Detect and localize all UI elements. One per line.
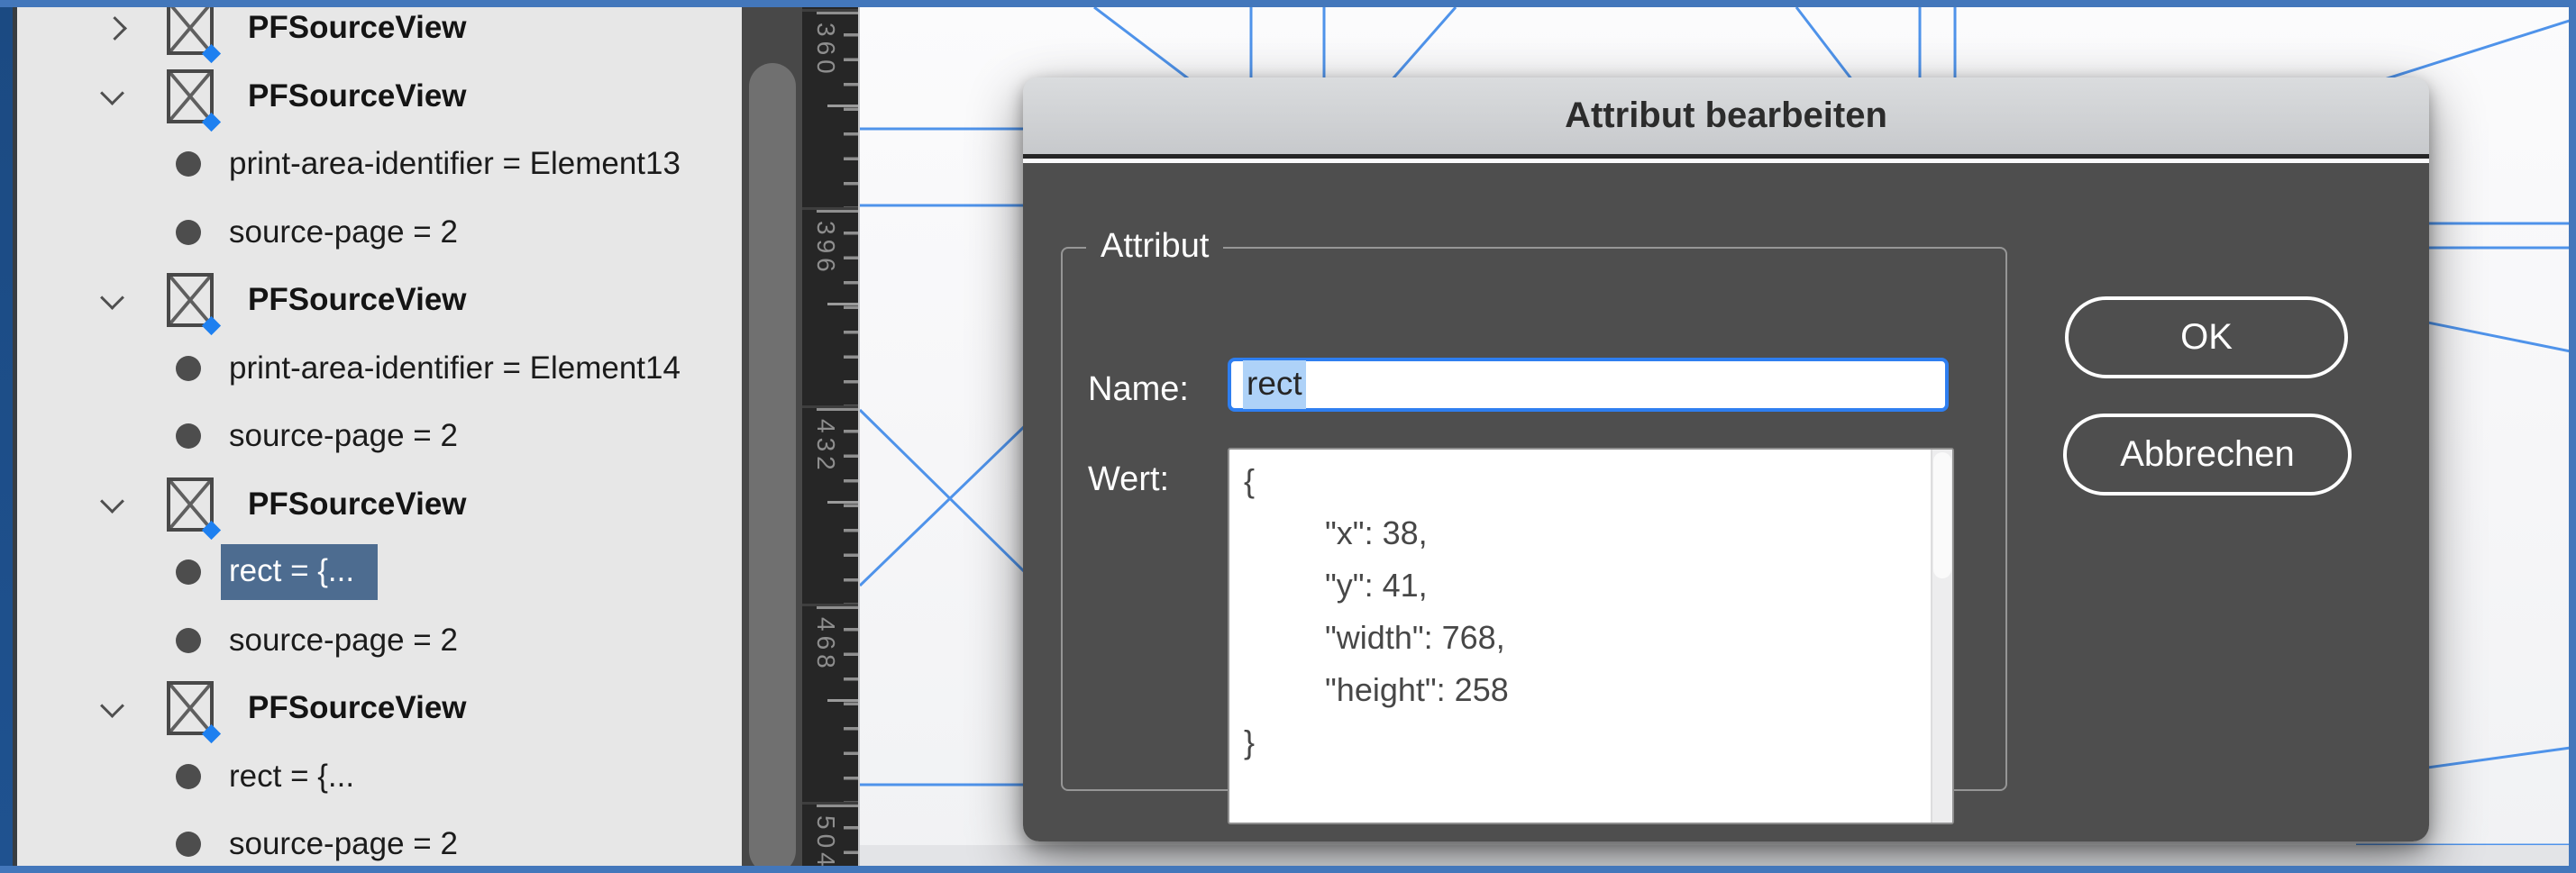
ruler-mid-tick [827, 105, 858, 107]
tree-row[interactable]: PFSourceView [17, 271, 742, 329]
cancel-button-label: Abbrechen [2120, 434, 2294, 475]
attribute-bullet-icon [176, 220, 201, 245]
value-scrollbar-track[interactable] [1931, 450, 1952, 823]
chevron-down-icon[interactable] [100, 81, 124, 105]
ruler-major-tick [817, 606, 858, 609]
tree-row[interactable]: PFSourceView [17, 7, 742, 57]
attribute-bullet-icon [176, 356, 201, 381]
tree-attribute-label[interactable]: rect = {... [229, 759, 354, 795]
ruler-block: 504 [802, 802, 858, 866]
ruler-mid-tick [827, 501, 858, 504]
tree-row[interactable]: source-page = 2 [17, 204, 742, 261]
chevron-down-icon[interactable] [100, 489, 124, 514]
window-border-left-edge [13, 0, 17, 873]
frame-placeholder-icon [167, 69, 214, 123]
ok-button[interactable]: OK [2065, 296, 2348, 378]
chevron-down-icon[interactable] [100, 286, 124, 310]
ruler-ticks [844, 408, 858, 604]
attribute-bullet-icon [176, 832, 201, 857]
tree-attribute-label[interactable]: source-page = 2 [229, 623, 458, 659]
window-border-right [2569, 0, 2576, 873]
edit-attribute-dialog: Attribut bearbeiten Attribut Name: rect … [1023, 77, 2429, 841]
name-field-label: Name: [1088, 370, 1189, 409]
ok-button-label: OK [2180, 317, 2233, 358]
ruler-unit-label: 396 [811, 221, 840, 277]
ruler-major-tick [817, 210, 858, 213]
ruler-unit-label: 432 [811, 419, 840, 475]
tree-row[interactable]: source-page = 2 [17, 815, 742, 866]
ruler-block: 432 [802, 405, 858, 604]
value-field-label: Wert: [1088, 460, 1169, 499]
value-scrollbar-thumb[interactable] [1933, 452, 1951, 578]
ruler-ticks [844, 210, 858, 405]
ruler-ticks [844, 606, 858, 802]
tree-row[interactable]: print-area-identifier = Element13 [17, 135, 742, 193]
tree-row[interactable]: rect = {... [17, 543, 742, 601]
name-input-selected-text: rect [1243, 360, 1306, 409]
value-text: { "x": 38, "y": 41, "width": 768, "heigh… [1244, 455, 1509, 768]
frame-placeholder-icon [167, 477, 214, 532]
ruler-ticks [844, 12, 858, 207]
frame-placeholder-icon [167, 273, 214, 327]
ruler-mid-tick [827, 303, 858, 305]
ruler-block: 468 [802, 604, 858, 802]
window-border-top [0, 0, 2576, 7]
tree-row[interactable]: rect = {... [17, 748, 742, 805]
tree-row[interactable]: print-area-identifier = Element14 [17, 340, 742, 397]
tree-attribute-label-selected[interactable]: rect = {... [221, 544, 378, 600]
structure-tree-panel[interactable]: PFSourceView PFSourceView print-area-ident… [17, 7, 742, 866]
attribute-bullet-icon [176, 151, 201, 177]
groupbox-legend: Attribut [1086, 227, 1223, 266]
dialog-title: Attribut bearbeiten [1565, 95, 1887, 136]
name-input[interactable]: rect [1228, 358, 1949, 412]
ruler-mid-tick [827, 699, 858, 702]
tree-row[interactable]: PFSourceView [17, 68, 742, 125]
tree-attribute-label[interactable]: source-page = 2 [229, 826, 458, 862]
window-border-bottom [0, 866, 2576, 873]
ruler-unit-label: 504 [811, 815, 840, 866]
attribute-bullet-icon [176, 423, 201, 449]
tree-scrollbar-thumb[interactable] [749, 63, 796, 873]
tree-attribute-label[interactable]: source-page = 2 [229, 418, 458, 454]
tree-row[interactable]: PFSourceView [17, 679, 742, 737]
tree-scrollbar-track[interactable] [742, 7, 802, 866]
value-textarea[interactable]: { "x": 38, "y": 41, "width": 768, "heigh… [1228, 448, 1954, 824]
tree-node-label[interactable]: PFSourceView [248, 690, 467, 726]
window-border-left [0, 0, 13, 873]
dialog-body: Attribut Name: rect Wert: { "x": 38, "y"… [1023, 163, 2429, 841]
tree-node-label[interactable]: PFSourceView [248, 10, 467, 46]
tree-row[interactable]: source-page = 2 [17, 612, 742, 669]
frame-placeholder-icon [167, 7, 214, 55]
vertical-ruler[interactable]: 360 396 432 468 504 [802, 7, 858, 866]
tree-node-label[interactable]: PFSourceView [248, 487, 467, 523]
ruler-ticks [844, 805, 858, 866]
tree-node-label[interactable]: PFSourceView [248, 282, 467, 318]
attribute-bullet-icon [176, 559, 201, 585]
ruler-major-tick [817, 12, 858, 14]
attribute-bullet-icon [176, 628, 201, 653]
canvas-bottom-margin [860, 845, 2569, 866]
app-window: PFSourceView PFSourceView print-area-ident… [0, 0, 2576, 873]
tree-attribute-label[interactable]: source-page = 2 [229, 214, 458, 250]
tree-attribute-label[interactable]: print-area-identifier = Element14 [229, 350, 681, 386]
cancel-button[interactable]: Abbrechen [2063, 414, 2352, 496]
dialog-titlebar[interactable]: Attribut bearbeiten [1023, 77, 2429, 159]
ruler-block: 360 [802, 9, 858, 207]
tree-node-label[interactable]: PFSourceView [248, 78, 467, 114]
ruler-major-tick [817, 408, 858, 411]
chevron-down-icon[interactable] [100, 694, 124, 718]
tree-row[interactable]: PFSourceView [17, 476, 742, 533]
ruler-unit-label: 468 [811, 617, 840, 673]
attribute-bullet-icon [176, 764, 201, 789]
ruler-major-tick [817, 805, 858, 807]
ruler-unit-label: 360 [811, 23, 840, 78]
tree-attribute-label[interactable]: print-area-identifier = Element13 [229, 146, 681, 182]
ruler-block: 396 [802, 207, 858, 405]
frame-placeholder-icon [167, 681, 214, 735]
tree-row[interactable]: source-page = 2 [17, 407, 742, 465]
chevron-right-icon[interactable] [103, 16, 127, 41]
